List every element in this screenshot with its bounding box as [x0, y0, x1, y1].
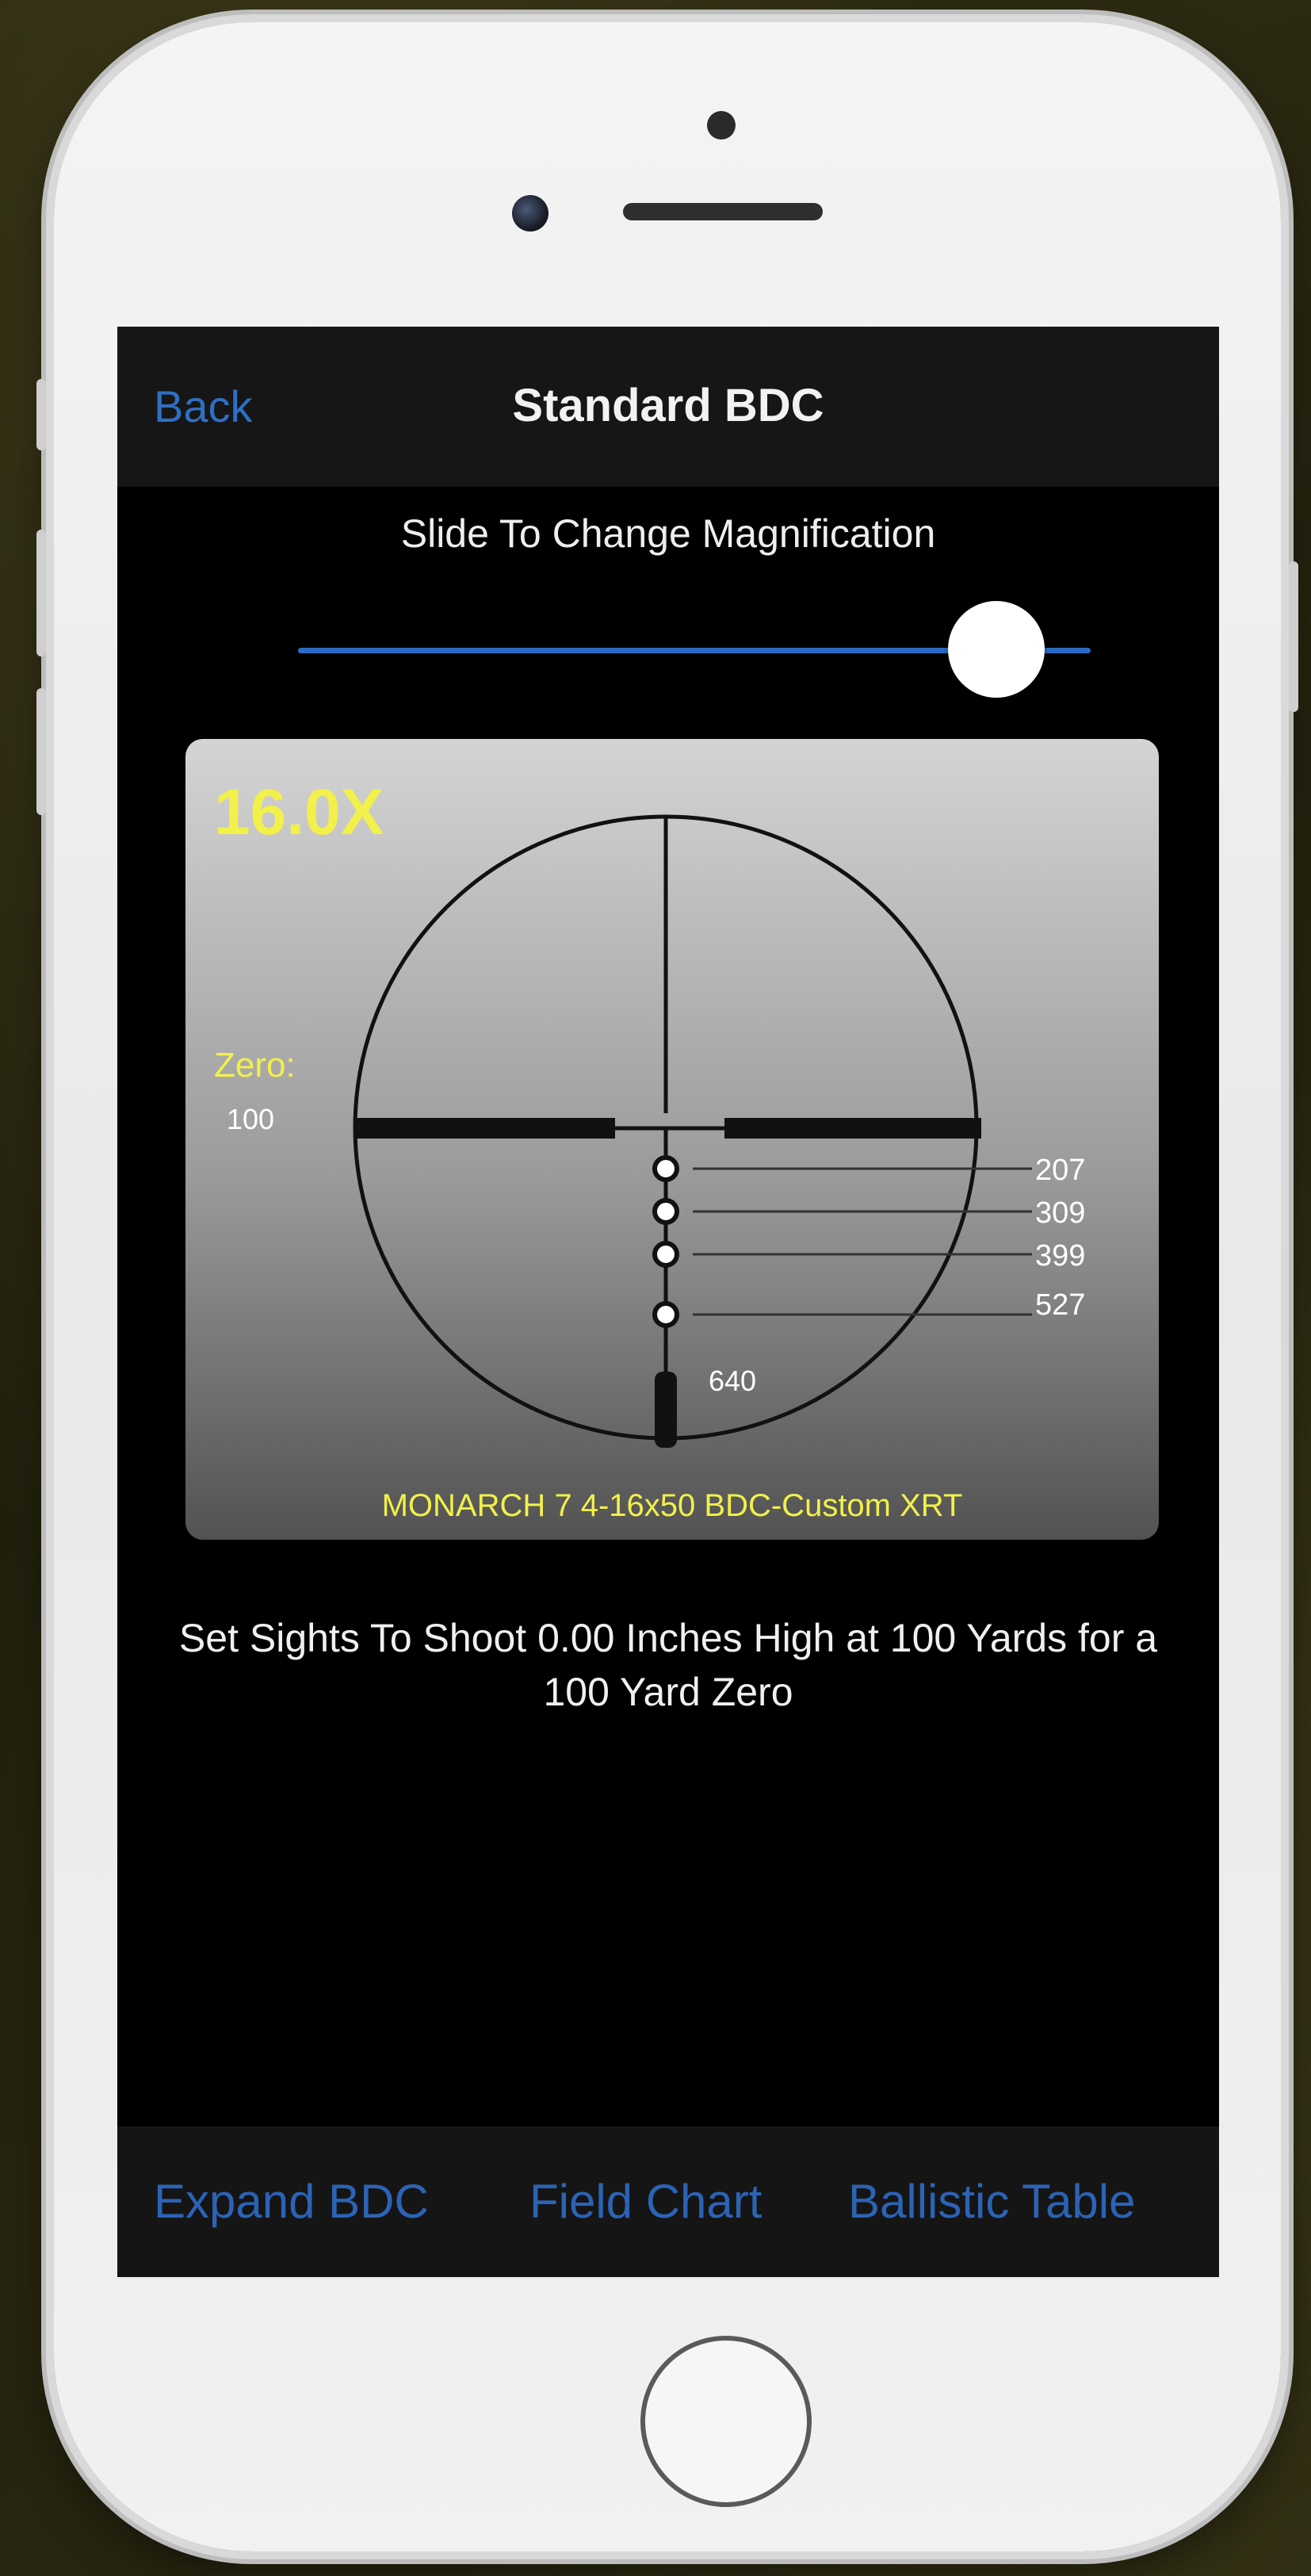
range-label: 207: [1035, 1154, 1085, 1187]
range-label: 309: [1035, 1196, 1085, 1230]
volume-down-button: [36, 688, 46, 815]
zero-value: 100: [227, 1103, 274, 1135]
volume-up-button: [36, 530, 46, 656]
scope-model-label: MONARCH 7 4-16x50 BDC-Custom XRT: [382, 1488, 963, 1523]
tab-expand-bdc[interactable]: Expand BDC: [154, 2174, 429, 2229]
range-label: 527: [1035, 1288, 1085, 1322]
power-button: [1289, 561, 1298, 712]
tab-ballistic-table[interactable]: Ballistic Table: [848, 2174, 1135, 2229]
bdc-circle-4: [652, 1301, 679, 1328]
magnification-slider-thumb[interactable]: [948, 601, 1045, 698]
proximity-sensor: [707, 111, 736, 140]
background: Back Standard BDC Slide To Change Magnif…: [0, 0, 1311, 2576]
app-screen: Back Standard BDC Slide To Change Magnif…: [117, 327, 1219, 2277]
reticle-graphic: 16.0X Zero: 100 207 309 399 527 640 MONA…: [214, 776, 1085, 1523]
navigation-bar: Back Standard BDC: [117, 327, 1219, 487]
bdc-circle-3: [652, 1241, 679, 1268]
bdc-circle-1: [652, 1155, 679, 1182]
bottom-range-label: 640: [709, 1365, 756, 1397]
earpiece-speaker: [623, 203, 823, 220]
silent-switch: [36, 379, 46, 450]
bdc-circle-2: [652, 1198, 679, 1225]
range-label: 399: [1035, 1239, 1085, 1273]
zero-label: Zero:: [214, 1046, 296, 1085]
slider-caption: Slide To Change Magnification: [400, 511, 936, 556]
bottom-tab-bar: Expand BDC Field Chart Ballistic Table: [117, 2126, 1219, 2277]
home-button[interactable]: [640, 2336, 812, 2507]
sight-instruction: Set Sights To Shoot 0.00 Inches High at …: [178, 1616, 1158, 1714]
left-post: [355, 1118, 615, 1139]
tab-field-chart[interactable]: Field Chart: [529, 2174, 762, 2229]
reticle-panel: 16.0X Zero: 100 207 309 399 527 640 MONA…: [185, 739, 1159, 1540]
front-camera: [512, 195, 548, 232]
page-title: Standard BDC: [512, 380, 824, 431]
right-post: [724, 1118, 981, 1139]
magnification-label: 16.0X: [214, 776, 384, 848]
bottom-post: [655, 1372, 677, 1448]
